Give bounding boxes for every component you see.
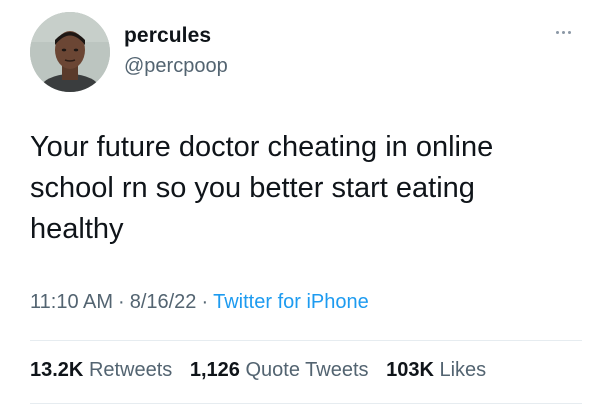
more-dot: [556, 31, 559, 34]
divider: [30, 340, 582, 341]
tweet-time[interactable]: 11:10 AM: [30, 291, 113, 313]
meta-separator: ·: [201, 291, 209, 313]
more-dot: [568, 31, 571, 34]
tweet-meta: 11:10 AM · 8/16/22 · Twitter for iPhone: [30, 291, 369, 314]
more-horizontal-icon[interactable]: [556, 31, 571, 34]
avatar[interactable]: [30, 12, 110, 92]
quote-tweets-label: Quote Tweets: [245, 359, 369, 381]
author-handle[interactable]: @percpoop: [124, 55, 228, 78]
quote-tweets-stat[interactable]: 1,126 Quote Tweets: [190, 359, 369, 381]
tweet-stats: 13.2K Retweets 1,126 Quote Tweets 103K L…: [30, 359, 498, 382]
likes-count: 103K: [386, 359, 434, 381]
meta-separator: ·: [118, 291, 125, 313]
likes-stat[interactable]: 103K Likes: [386, 359, 486, 381]
divider: [30, 403, 582, 404]
retweets-stat[interactable]: 13.2K Retweets: [30, 359, 172, 381]
tweet-card: percules @percpoop Your future doctor ch…: [0, 0, 600, 407]
quote-tweets-count: 1,126: [189, 359, 240, 381]
author-display-name[interactable]: percules: [124, 24, 211, 48]
tweet-date[interactable]: 8/16/22: [130, 291, 197, 313]
tweet-source-link[interactable]: Twitter for iPhone: [213, 291, 369, 313]
retweets-count: 13.2K: [30, 359, 84, 381]
more-dot: [562, 31, 565, 34]
retweets-label: Retweets: [88, 359, 173, 381]
likes-label: Likes: [439, 359, 487, 381]
avatar-photo: [30, 12, 110, 92]
tweet-text: Your future doctor cheating in online sc…: [30, 131, 494, 245]
